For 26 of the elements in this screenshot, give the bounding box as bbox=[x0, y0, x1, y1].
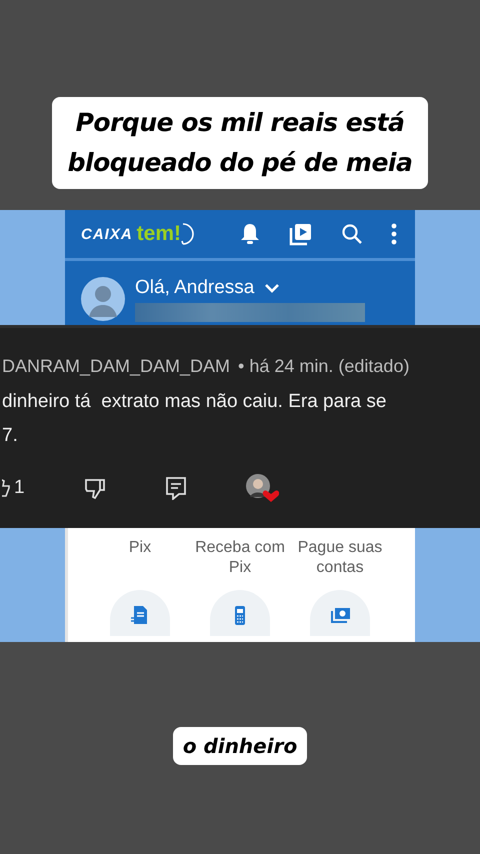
caption-text: o dinheiro bbox=[172, 727, 308, 765]
comment-author[interactable]: DANRAM_DAM_DAM_DAM bbox=[2, 356, 230, 377]
logo-text: tem! bbox=[136, 222, 182, 246]
avatar-icon[interactable] bbox=[81, 277, 125, 321]
comment-text: dinheiro tá extrato mas não caiu. Era para se bbox=[2, 391, 388, 413]
reply-icon[interactable] bbox=[164, 476, 187, 500]
shortcut-button[interactable] bbox=[110, 590, 170, 636]
shortcut-button[interactable] bbox=[310, 590, 370, 636]
like-count: 1 bbox=[14, 477, 25, 499]
thumbs-down-icon[interactable] bbox=[82, 476, 107, 500]
caption-text: bloqueado do pé de meia bbox=[68, 147, 412, 179]
shortcut-label[interactable]: Pague suas contas bbox=[290, 538, 390, 590]
chevron-down-icon[interactable] bbox=[264, 283, 280, 293]
comment-text: 7. bbox=[2, 425, 19, 447]
logo-text: CAIXA bbox=[81, 226, 133, 242]
caption-text: Porque os mil reais está bbox=[74, 107, 406, 139]
shortcut-label[interactable]: Pix bbox=[128, 538, 152, 590]
video-library-icon[interactable] bbox=[289, 222, 313, 246]
shortcut-button[interactable] bbox=[210, 590, 270, 636]
greeting-text: Olá, Andressa bbox=[135, 277, 254, 299]
creator-heart-icon[interactable] bbox=[244, 473, 279, 503]
shortcut-label[interactable]: Receba com Pix bbox=[190, 538, 290, 590]
bell-icon[interactable] bbox=[239, 222, 261, 246]
search-icon[interactable] bbox=[341, 223, 363, 245]
more-icon[interactable] bbox=[391, 223, 397, 245]
comment-time: • há 24 min. (editado) bbox=[238, 356, 410, 377]
